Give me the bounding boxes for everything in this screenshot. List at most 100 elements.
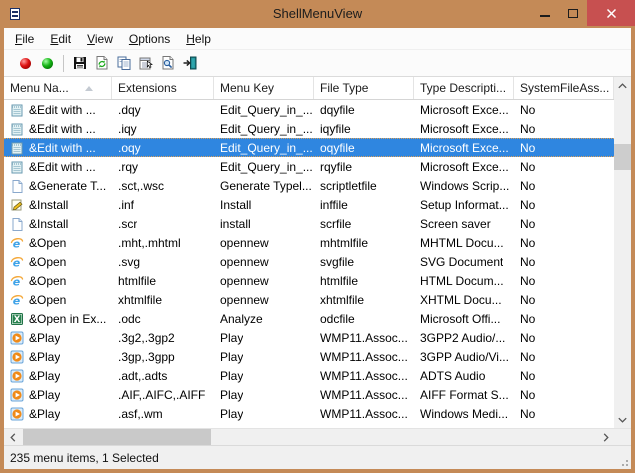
column-header-type-description[interactable]: Type Descripti... (414, 77, 514, 99)
menu-key-cell: install (220, 217, 251, 231)
column-header-menu-name[interactable]: Menu Na... (4, 77, 112, 99)
table-row[interactable]: &Play .asf,.wm Play WMP11.Assoc... Windo… (4, 404, 614, 423)
properties-icon[interactable] (135, 52, 157, 74)
table-row[interactable]: e&Open xhtmlfile opennew xhtmlfile XHTML… (4, 290, 614, 309)
menu-bar: File Edit View Options Help (4, 28, 631, 50)
horizontal-scrollbar[interactable] (4, 428, 631, 445)
table-row[interactable]: &Edit with ... .oqy Edit_Query_in_... oq… (4, 138, 614, 157)
column-header-menu-key[interactable]: Menu Key (214, 77, 314, 99)
menu-key-cell: opennew (220, 236, 269, 250)
system-file-assoc-cell: No (520, 388, 535, 402)
menu-help[interactable]: Help (178, 30, 219, 48)
file-type-cell: scriptletfile (320, 179, 377, 193)
menu-key-cell: Play (220, 388, 243, 402)
type-description-cell: MHTML Docu... (420, 236, 504, 250)
extensions-cell: .scr (118, 217, 137, 231)
horizontal-scroll-track[interactable] (21, 429, 597, 445)
menu-key-cell: Play (220, 369, 243, 383)
table-row[interactable]: &Edit with ... .dqy Edit_Query_in_... dq… (4, 100, 614, 119)
table-row[interactable]: &Play .3gp,.3gpp Play WMP11.Assoc... 3GP… (4, 347, 614, 366)
table-row[interactable]: &Install .scr install scrfile Screen sav… (4, 214, 614, 233)
client-area: File Edit View Options Help (4, 28, 631, 469)
scroll-down-icon[interactable] (614, 411, 631, 428)
close-button[interactable] (587, 0, 635, 26)
table-row[interactable]: X&Open in Ex... .odc Analyze odcfile Mic… (4, 309, 614, 328)
save-icon[interactable] (69, 52, 91, 74)
file-type-cell: WMP11.Assoc... (320, 388, 408, 402)
file-type-cell: inffile (320, 198, 348, 212)
table-row[interactable]: e&Open htmlfile opennew htmlfile HTML Do… (4, 271, 614, 290)
exit-icon[interactable] (179, 52, 201, 74)
vertical-scrollbar[interactable] (614, 77, 631, 428)
status-bar: 235 menu items, 1 Selected (4, 445, 631, 469)
extensions-cell: .inf (118, 198, 134, 212)
vertical-scroll-thumb[interactable] (614, 144, 631, 170)
menu-key-cell: Generate Typel... (220, 179, 312, 193)
maximize-icon (568, 9, 578, 18)
menu-name-cell: &Open (29, 274, 66, 288)
copy-icon[interactable] (113, 52, 135, 74)
vertical-scroll-track[interactable] (614, 94, 631, 411)
extensions-cell: xhtmlfile (118, 293, 162, 307)
menu-view[interactable]: View (79, 30, 121, 48)
menu-file[interactable]: File (7, 30, 42, 48)
menu-name-cell: &Open (29, 236, 66, 250)
column-header-extensions[interactable]: Extensions (112, 77, 214, 99)
table-row[interactable]: &Play .AIF,.AIFC,.AIFF Play WMP11.Assoc.… (4, 385, 614, 404)
maximize-button[interactable] (559, 0, 587, 26)
system-file-assoc-cell: No (520, 198, 535, 212)
table-row[interactable]: &Play .adt,.adts Play WMP11.Assoc... ADT… (4, 366, 614, 385)
table-row[interactable]: &Install .inf Install inffile Setup Info… (4, 195, 614, 214)
menu-key-cell: Edit_Query_in_... (220, 103, 313, 117)
table-row[interactable]: &Edit with ... .iqy Edit_Query_in_... iq… (4, 119, 614, 138)
menu-edit[interactable]: Edit (42, 30, 79, 48)
menu-name-cell: &Play (29, 388, 60, 402)
wmp-play-icon (10, 407, 24, 421)
table-header: Menu Na... Extensions Menu Key File Type… (4, 77, 614, 100)
resize-grip-icon[interactable] (626, 464, 628, 466)
refresh-icon[interactable] (91, 52, 113, 74)
extensions-cell: .AIF,.AIFC,.AIFF (118, 388, 205, 402)
extensions-cell: .svg (118, 255, 140, 269)
inf-file-icon (10, 198, 24, 212)
column-header-file-type[interactable]: File Type (314, 77, 414, 99)
type-description-cell: Microsoft Exce... (420, 122, 509, 136)
internet-explorer-icon: e (10, 255, 24, 269)
scroll-left-icon[interactable] (4, 429, 21, 445)
find-icon[interactable] (157, 52, 179, 74)
table-row[interactable]: e&Open .svg opennew svgfile SVG Document… (4, 252, 614, 271)
minimize-button[interactable] (531, 0, 559, 26)
extensions-cell: htmlfile (118, 274, 156, 288)
type-description-cell: Screen saver (420, 217, 491, 231)
column-header-system-file-assoc[interactable]: SystemFileAss... (514, 77, 614, 99)
system-file-assoc-cell: No (520, 141, 535, 155)
horizontal-scroll-thumb[interactable] (23, 429, 211, 445)
table-row[interactable]: &Generate T... .sct,.wsc Generate Typel.… (4, 176, 614, 195)
scroll-right-icon[interactable] (597, 429, 614, 445)
type-description-cell: HTML Docum... (420, 274, 504, 288)
app-icon[interactable] (9, 7, 21, 21)
type-description-cell: SVG Document (420, 255, 503, 269)
menu-key-cell: Edit_Query_in_... (220, 160, 313, 174)
title-bar[interactable]: ShellMenuView (0, 0, 635, 28)
system-file-assoc-cell: No (520, 407, 535, 421)
extensions-cell: .sct,.wsc (118, 179, 164, 193)
scroll-up-icon[interactable] (614, 77, 631, 94)
table-row[interactable]: &Play .3g2,.3gp2 Play WMP11.Assoc... 3GP… (4, 328, 614, 347)
table-row[interactable]: &Edit with ... .rqy Edit_Query_in_... rq… (4, 157, 614, 176)
system-file-assoc-cell: No (520, 236, 535, 250)
system-file-assoc-cell: No (520, 179, 535, 193)
file-type-cell: rqyfile (320, 160, 352, 174)
file-type-cell: mhtmlfile (320, 236, 368, 250)
disable-item-red-ball-icon[interactable] (14, 52, 36, 74)
svg-text:X: X (14, 315, 21, 325)
file-type-cell: WMP11.Assoc... (320, 407, 408, 421)
system-file-assoc-cell: No (520, 369, 535, 383)
menu-options[interactable]: Options (121, 30, 178, 48)
shellmenuview-window: ShellMenuView File Edit View Options Hel… (0, 0, 635, 473)
sort-ascending-icon (85, 86, 93, 91)
enable-item-green-ball-icon[interactable] (36, 52, 58, 74)
excel-query-file-icon (10, 160, 24, 174)
system-file-assoc-cell: No (520, 255, 535, 269)
table-row[interactable]: e&Open .mht,.mhtml opennew mhtmlfile MHT… (4, 233, 614, 252)
